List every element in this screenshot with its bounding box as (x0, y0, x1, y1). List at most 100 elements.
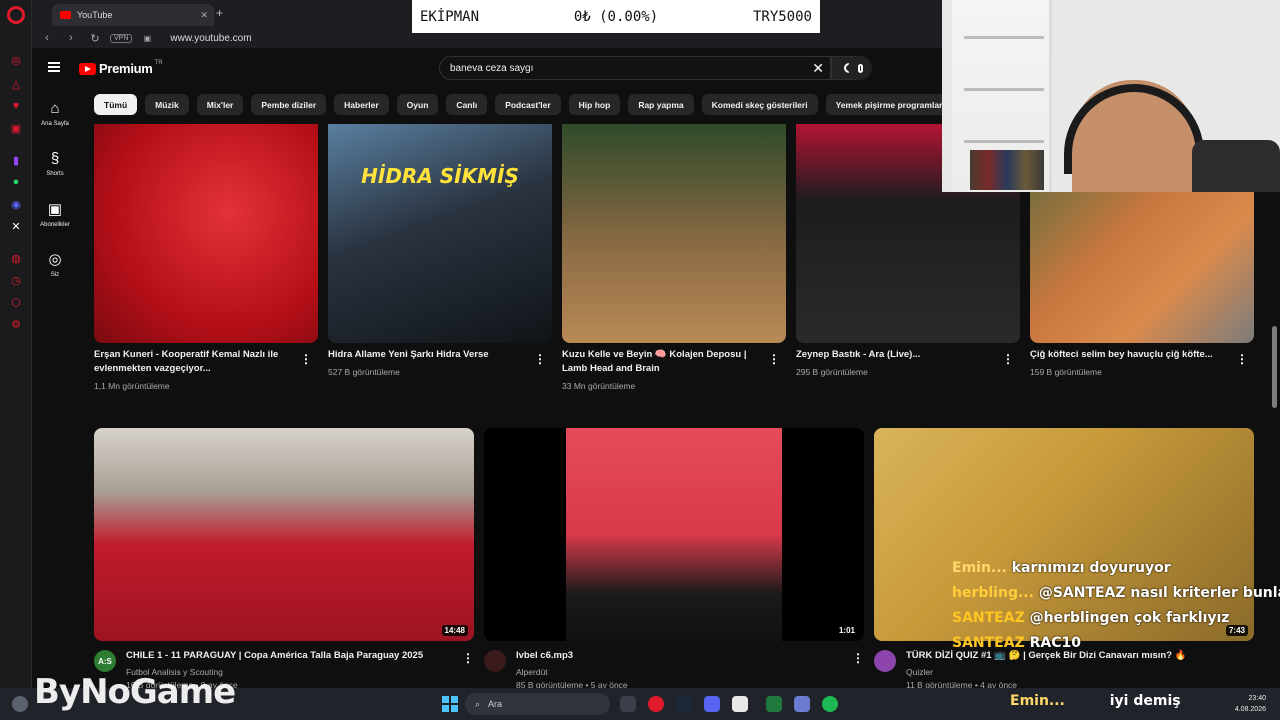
video-thumbnail[interactable]: HİDRA SİKMİŞ (328, 124, 552, 343)
screen: ◎ △ ♥ ▣ ▮ ● ◉ ✕ ◍ ◷ ⬡ ⚙ YouTube ✕ + ‹ › … (0, 0, 1280, 720)
account-icon: ◎ (48, 251, 62, 268)
more-options-icon[interactable]: ⋮ (852, 651, 864, 665)
video-title[interactable]: CHILE 1 - 11 PARAGUAY | Copa América Tal… (126, 649, 456, 663)
tab-close-icon[interactable]: ✕ (200, 10, 208, 21)
whatsapp-icon[interactable]: ● (8, 174, 24, 190)
video-title[interactable]: Kuzu Kelle ve Beyin 🧠 Kolajen Deposu | L… (562, 348, 762, 376)
nav-home[interactable]: ⌂ Ana Sayfa (32, 100, 78, 127)
speed-dial-icon[interactable]: ◎ (8, 52, 24, 68)
youtube-sidebar: ⌂ Ana Sayfa § Shorts ▣ Abonelikler ◎ Siz (32, 86, 78, 686)
logo-country: TR (154, 59, 163, 66)
video-thumbnail[interactable]: 14:48 (94, 428, 474, 641)
chip[interactable]: Canlı (446, 94, 488, 115)
youtube-header: Premium TR baneva ceza saygı ✕ (32, 50, 942, 86)
app-icon[interactable] (794, 696, 810, 712)
opera-icon[interactable] (648, 696, 664, 712)
mic-icon (857, 63, 863, 73)
weather-icon[interactable] (12, 696, 28, 712)
discord-icon[interactable] (704, 696, 720, 712)
youtube-logo[interactable]: Premium TR (79, 59, 163, 76)
search-input[interactable]: baneva ceza saygı ✕ (439, 56, 831, 80)
vpn-badge[interactable]: VPN (110, 33, 133, 43)
chat-message: herbling... @SANTEAZ nasıl kriterler bun… (952, 581, 1280, 606)
voice-search-button[interactable] (848, 56, 872, 80)
more-options-icon[interactable]: ⋮ (534, 352, 546, 366)
tab-youtube[interactable]: YouTube ✕ (52, 4, 214, 26)
shelf-board (964, 140, 1044, 143)
opera-logo-icon[interactable] (7, 6, 25, 24)
nav-label: Shorts (46, 171, 64, 177)
more-options-icon[interactable]: ⋮ (300, 352, 312, 366)
shelf-board (964, 88, 1044, 91)
chip[interactable]: Podcast'ler (495, 94, 561, 115)
steam-icon[interactable] (676, 696, 692, 712)
nav-shorts[interactable]: § Shorts (32, 150, 78, 177)
chip[interactable]: Müzik (145, 94, 189, 115)
chip[interactable]: Mix'ler (196, 94, 244, 115)
chip-all[interactable]: Tümü (94, 94, 138, 115)
x-icon[interactable]: ✕ (8, 218, 24, 234)
history-icon[interactable]: ◷ (8, 272, 24, 288)
chip[interactable]: Pembe diziler (251, 94, 327, 115)
spotify-icon[interactable] (822, 696, 838, 712)
video-title[interactable]: Ivbel c6.mp3 (516, 649, 846, 663)
start-icon[interactable] (442, 696, 458, 712)
video-thumbnail[interactable] (94, 124, 318, 343)
chip[interactable]: Yemek pişirme programları (825, 94, 942, 115)
more-options-icon[interactable]: ⋮ (1236, 352, 1248, 366)
twitch-icon[interactable]: ▮ (8, 152, 24, 168)
video-title[interactable]: Erşan Kuneri - Kooperatif Kemal Nazlı il… (94, 348, 294, 376)
chat-text: iyi demiş (1109, 693, 1181, 709)
video-title[interactable]: Hidra Allame Yeni Şarkı Hidra Verse (328, 348, 528, 362)
channel-avatar[interactable]: A:S (94, 650, 116, 672)
more-options-icon[interactable]: ⋮ (768, 352, 780, 366)
mail-icon[interactable]: ▣ (8, 120, 24, 136)
chat-user: Emin... (1010, 693, 1065, 709)
task-view-icon[interactable] (620, 696, 636, 712)
chip[interactable]: Oyun (396, 94, 439, 115)
reload-icon[interactable]: ↻ (86, 32, 104, 45)
search-query: baneva ceza saygı (450, 62, 534, 74)
chip[interactable]: Rap yapma (628, 94, 694, 115)
ticker-target: TRY5000 (752, 8, 812, 25)
clear-search-icon[interactable]: ✕ (812, 60, 824, 77)
nav-you[interactable]: ◎ Siz (32, 250, 78, 278)
settings-icon[interactable]: ⚙ (8, 316, 24, 332)
channel-avatar[interactable] (874, 650, 896, 672)
channel-avatar[interactable] (484, 650, 506, 672)
channel-name[interactable]: Quizler (906, 667, 933, 677)
video-title[interactable]: Çiğ köfteci selim bey havuçlu çiğ köfte.… (1030, 348, 1230, 362)
video-thumbnail[interactable]: 1:01 (484, 428, 864, 641)
new-tab-button[interactable]: + (216, 6, 223, 20)
chip[interactable]: Haberler (334, 94, 389, 115)
forward-icon[interactable]: › (62, 32, 80, 44)
extensions-icon[interactable]: ⬡ (8, 294, 24, 310)
music-icon[interactable]: ◍ (8, 250, 24, 266)
channel-name[interactable]: Alperdüt (516, 667, 548, 677)
url-text[interactable]: www.youtube.com (170, 33, 251, 44)
back-icon[interactable]: ‹ (38, 32, 56, 44)
more-options-icon[interactable]: ⋮ (462, 651, 474, 665)
discord-icon[interactable]: ◉ (8, 196, 24, 212)
page-scrollbar[interactable] (1272, 326, 1277, 408)
chip[interactable]: Komedi skeç gösterileri (701, 94, 818, 115)
subscriptions-icon: ▣ (47, 201, 63, 218)
taskbar-search[interactable]: ⌕ Ara (465, 693, 610, 715)
tab-title: YouTube (77, 10, 113, 20)
shorts-icon: § (50, 150, 60, 167)
chat-message: SANTEAZ @herblingen çok farklıyız (952, 606, 1272, 631)
app-icon[interactable] (732, 696, 748, 712)
video-title[interactable]: Zeynep Bastık - Ara (Live)... (796, 348, 996, 362)
shelf-board (964, 36, 1044, 39)
more-options-icon[interactable]: ⋮ (1002, 352, 1014, 366)
video-thumbnail[interactable] (562, 124, 786, 343)
bookmarks-icon[interactable]: ♥ (8, 98, 24, 114)
chip[interactable]: Hip hop (568, 94, 621, 115)
aria-icon[interactable]: △ (8, 76, 24, 92)
video-views: 527 B görüntüleme (328, 367, 400, 377)
menu-icon[interactable] (48, 62, 60, 72)
nav-subscriptions[interactable]: ▣ Abonelikler (32, 200, 78, 228)
system-clock[interactable]: 23:40 4.08.2026 (1235, 693, 1266, 715)
youtube-favicon-icon (60, 11, 71, 19)
app-icon[interactable] (766, 696, 782, 712)
